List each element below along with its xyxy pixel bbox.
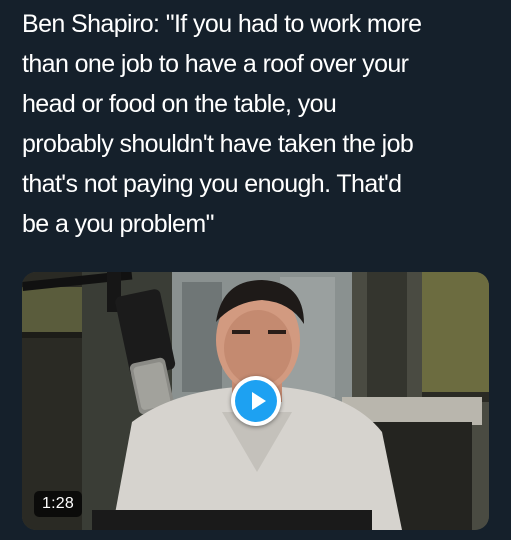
play-triangle [252, 392, 266, 410]
video-thumbnail[interactable]: 1:28 [22, 272, 489, 530]
tweet-text: Ben Shapiro: "If you had to work more th… [22, 10, 422, 238]
play-icon [235, 380, 277, 422]
play-button[interactable] [231, 376, 281, 426]
video-duration: 1:28 [34, 491, 82, 517]
